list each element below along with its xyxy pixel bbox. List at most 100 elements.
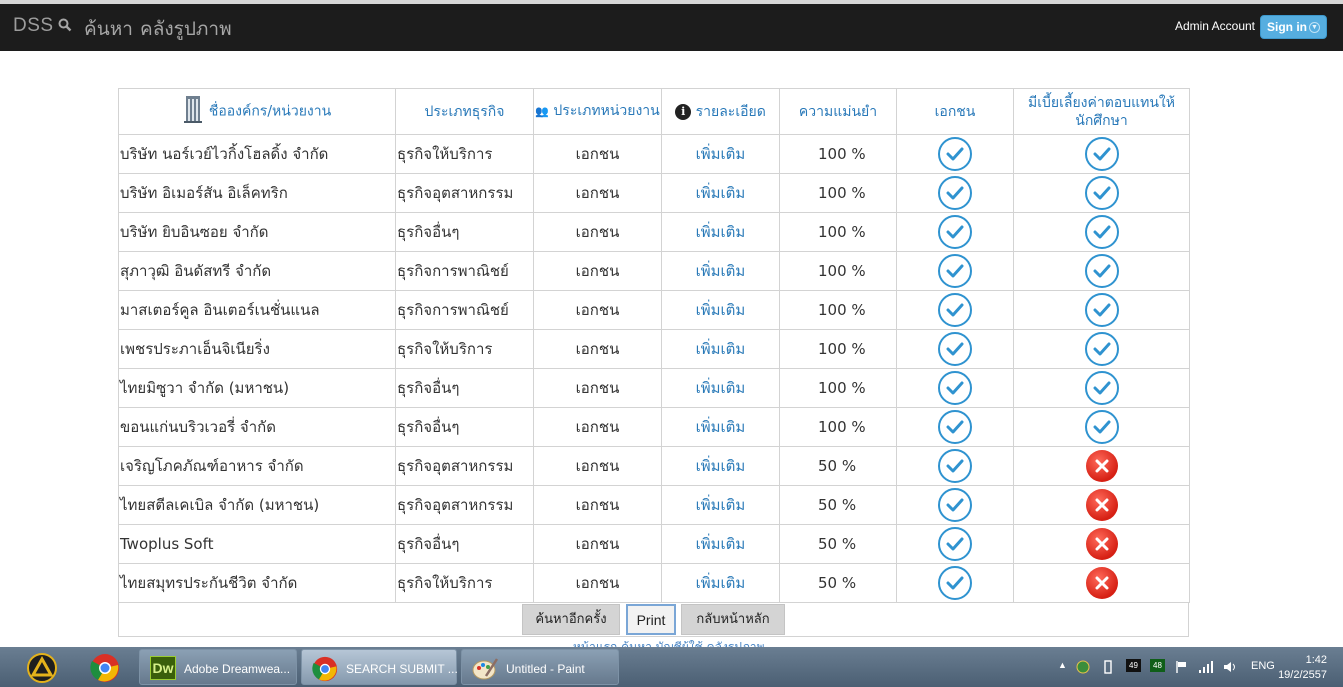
col-header-detail[interactable]: i รายละเอียด	[661, 88, 780, 135]
cell-unit: เอกชน	[533, 173, 662, 213]
chevron-down-icon: ▼	[1309, 22, 1320, 33]
cell-detail: เพิ่มเติม	[661, 485, 780, 525]
cell-unit: เอกชน	[533, 251, 662, 291]
account-name[interactable]: Admin Account	[1175, 19, 1255, 33]
signin-button[interactable]: Sign in ▼	[1260, 15, 1327, 39]
cell-detail: เพิ่มเติม	[661, 368, 780, 408]
check-icon	[938, 293, 972, 327]
signin-label: Sign in	[1267, 20, 1307, 34]
brand-logo[interactable]: DSS	[13, 15, 54, 37]
cell-business: ธุรกิจให้บริการ	[395, 329, 534, 369]
tray-badge-1[interactable]: 49	[1126, 659, 1141, 672]
cell-private	[896, 212, 1014, 252]
print-button[interactable]: Print	[626, 604, 676, 635]
more-link[interactable]: เพิ่มเติม	[696, 457, 746, 475]
cell-org: บริษัท อิเมอร์สัน อิเล็คทริก	[118, 173, 396, 213]
cell-business: ธุรกิจอื่นๆ	[395, 407, 534, 447]
search-again-button[interactable]: ค้นหาอีกครั้ง	[522, 604, 620, 635]
taskbar-item-chrome[interactable]: SEARCH SUBMIT ...	[301, 649, 458, 685]
cell-business: ธุรกิจอุตสาหกรรม	[395, 485, 534, 525]
more-link[interactable]: เพิ่มเติม	[696, 574, 746, 592]
more-link[interactable]: เพิ่มเติม	[696, 418, 746, 436]
cell-private	[896, 485, 1014, 525]
cell-allowance	[1013, 407, 1190, 447]
clock[interactable]: 1:42 19/2/2557	[1278, 653, 1327, 683]
cell-org: เจริญโภคภัณฑ์อาหาร จำกัด	[118, 446, 396, 486]
cell-business: ธุรกิจให้บริการ	[395, 563, 534, 603]
table-row: ไทยสมุทรประกันชีวิต จำกัด ธุรกิจให้บริการ…	[118, 563, 1190, 603]
more-link[interactable]: เพิ่มเติม	[696, 223, 746, 241]
taskbar-item-dreamweaver[interactable]: Dw Adobe Dreamwea...	[139, 649, 297, 685]
tray-expand-icon[interactable]: ▲	[1058, 660, 1067, 670]
phone-icon[interactable]	[1100, 660, 1116, 677]
nav-gallery-link[interactable]: คลังรูปภาพ	[140, 14, 232, 44]
more-link[interactable]: เพิ่มเติม	[696, 262, 746, 280]
cell-allowance	[1013, 212, 1190, 252]
col-header-private[interactable]: เอกชน	[896, 88, 1014, 135]
cell-accuracy: 100 %	[779, 173, 897, 213]
table-row: เพชรประภาเอ็นจิเนียริ่ง ธุรกิจให้บริการ เอ…	[118, 329, 1190, 369]
cell-allowance	[1013, 134, 1190, 174]
table-row: ไทยมิซูวา จำกัด (มหาชน) ธุรกิจอื่นๆ เอกชน เ…	[118, 368, 1190, 408]
col-header-accuracy[interactable]: ความแม่นยำ	[779, 88, 897, 135]
taskbar-label: SEARCH SUBMIT ...	[346, 662, 458, 676]
cell-private	[896, 251, 1014, 291]
table-row: ขอนแก่นบริวเวอรี่ จำกัด ธุรกิจอื่นๆ เอกชน เ…	[118, 407, 1190, 447]
cell-accuracy: 100 %	[779, 329, 897, 369]
tray-badge-2[interactable]: 48	[1150, 659, 1165, 672]
start-icon[interactable]	[27, 653, 57, 683]
cell-detail: เพิ่มเติม	[661, 290, 780, 330]
check-icon	[1084, 332, 1119, 366]
taskbar-label: Untitled - Paint	[506, 662, 585, 676]
col-header-org[interactable]: ชื่อองค์กร/หน่วยงาน	[118, 88, 396, 135]
tray-badge-2-text: 48	[1150, 659, 1165, 672]
col-header-business[interactable]: ประเภทธุรกิจ	[395, 88, 534, 135]
volume-icon[interactable]	[1222, 660, 1238, 677]
more-link[interactable]: เพิ่มเติม	[696, 379, 746, 397]
cell-accuracy: 50 %	[779, 446, 897, 486]
cross-icon	[1085, 450, 1118, 482]
more-link[interactable]: เพิ่มเติม	[696, 301, 746, 319]
chrome-icon[interactable]	[90, 653, 120, 683]
cell-private	[896, 446, 1014, 486]
cell-business: ธุรกิจการพาณิชย์	[395, 290, 534, 330]
home-button[interactable]: กลับหน้าหลัก	[681, 604, 785, 635]
flag-icon[interactable]	[1174, 660, 1190, 677]
check-icon	[1084, 215, 1119, 249]
cell-business: ธุรกิจอื่นๆ	[395, 524, 534, 564]
more-link[interactable]: เพิ่มเติม	[696, 496, 746, 514]
cell-unit: เอกชน	[533, 212, 662, 252]
cell-org: ขอนแก่นบริวเวอรี่ จำกัด	[118, 407, 396, 447]
more-link[interactable]: เพิ่มเติม	[696, 340, 746, 358]
cell-unit: เอกชน	[533, 290, 662, 330]
table-row: มาสเตอร์คูล อินเตอร์เนชั่นแนล ธุรกิจการพา…	[118, 290, 1190, 330]
more-link[interactable]: เพิ่มเติม	[696, 184, 746, 202]
cell-allowance	[1013, 290, 1190, 330]
cell-allowance	[1013, 329, 1190, 369]
more-link[interactable]: เพิ่มเติม	[696, 535, 746, 553]
taskbar-item-paint[interactable]: Untitled - Paint	[461, 649, 619, 685]
col-header-unit-type[interactable]: 👥 ประเภทหน่วยงาน	[533, 88, 662, 135]
check-icon	[1084, 137, 1119, 171]
cell-accuracy: 100 %	[779, 290, 897, 330]
table-row: ไทยสตีลเคเบิล จำกัด (มหาชน) ธุรกิจอุตสาหก…	[118, 485, 1190, 525]
more-link[interactable]: เพิ่มเติม	[696, 145, 746, 163]
cell-business: ธุรกิจอื่นๆ	[395, 368, 534, 408]
language-indicator[interactable]: ENG	[1251, 660, 1275, 672]
tray-badge-1-text: 49	[1126, 659, 1141, 672]
clock-date: 19/2/2557	[1278, 669, 1327, 681]
search-icon[interactable]	[58, 17, 76, 35]
network-globe-icon[interactable]	[1076, 660, 1092, 677]
users-icon: 👥	[535, 105, 549, 118]
cell-private	[896, 563, 1014, 603]
cell-org: มาสเตอร์คูล อินเตอร์เนชั่นแนล	[118, 290, 396, 330]
nav-search-link[interactable]: ค้นหา	[84, 14, 133, 44]
signal-icon[interactable]	[1198, 660, 1214, 677]
footer-links[interactable]: หน้าแรก ค้นหา บัญชีผู้ใช้ คลังรูปภาพ	[573, 637, 765, 647]
cell-business: ธุรกิจการพาณิชย์	[395, 251, 534, 291]
col-header-allowance[interactable]: มีเบี้ยเลี้ยงค่าตอบแทนให้นักศึกษา	[1013, 88, 1190, 135]
check-icon	[1084, 176, 1119, 210]
table-row: บริษัท ยิบอินซอย จำกัด ธุรกิจอื่นๆ เอกชน เพ…	[118, 212, 1190, 252]
col-header-detail-label: รายละเอียด	[695, 103, 766, 120]
dreamweaver-icon: Dw	[150, 656, 176, 680]
